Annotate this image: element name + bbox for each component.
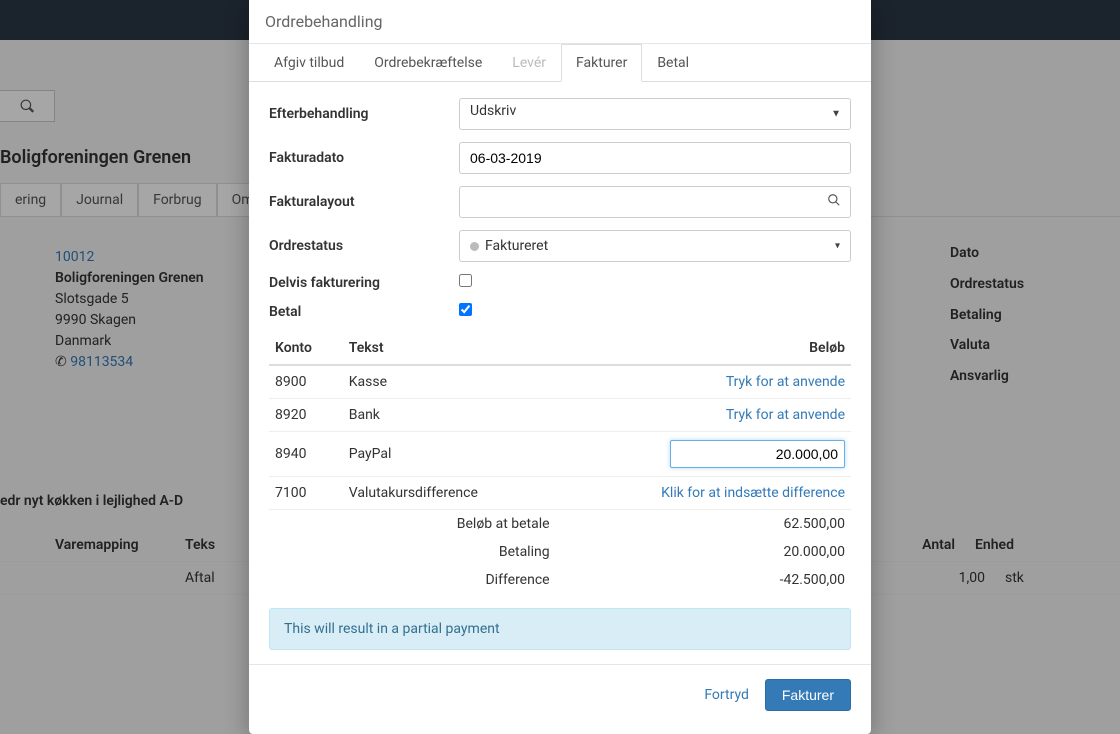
th-belob: Beløb — [556, 332, 851, 365]
table-row: 7100 Valutakursdifference Klik for at in… — [269, 477, 851, 510]
chevron-down-icon: ▾ — [835, 241, 840, 252]
cell-konto: 8900 — [269, 365, 343, 399]
tab-betal[interactable]: Betal — [642, 44, 704, 82]
label-fakturadato: Fakturadato — [269, 150, 459, 166]
summary-row: Beløb at betale 62.500,00 — [269, 510, 851, 539]
summary-diff-value: -42.500,00 — [556, 566, 851, 594]
modal-tabs: Afgiv tilbud Ordrebekræftelse Levér Fakt… — [249, 44, 871, 82]
select-ordrestatus[interactable]: Faktureret ▾ — [459, 230, 851, 262]
summary-row: Betaling 20.000,00 — [269, 538, 851, 566]
label-ordrestatus: Ordrestatus — [269, 238, 459, 254]
modal-footer: Fortryd Fakturer — [249, 664, 871, 729]
checkbox-delvis-fakturering[interactable] — [459, 274, 472, 287]
cell-tekst: Valutakursdifference — [343, 477, 556, 510]
input-fakturalayout[interactable] — [459, 186, 851, 218]
cancel-button[interactable]: Fortryd — [704, 687, 749, 703]
tab-ordrebekraeftelse[interactable]: Ordrebekræftelse — [359, 44, 497, 82]
cell-tekst: PayPal — [343, 432, 556, 477]
tab-afgiv-tilbud[interactable]: Afgiv tilbud — [259, 44, 359, 82]
cell-konto: 8920 — [269, 399, 343, 432]
modal-title: Ordrebehandling — [249, 0, 871, 44]
summary-tobepaid-label: Beløb at betale — [343, 510, 556, 539]
input-fakturadato[interactable] — [459, 142, 851, 174]
summary-diff-label: Difference — [343, 566, 556, 594]
label-betal: Betal — [269, 304, 459, 320]
invoice-button[interactable]: Fakturer — [765, 679, 851, 711]
select-ordrestatus-value: Faktureret — [485, 238, 548, 254]
tab-fakturer[interactable]: Fakturer — [561, 44, 642, 82]
table-row: 8920 Bank Tryk for at anvende — [269, 399, 851, 432]
order-processing-modal: Ordrebehandling Afgiv tilbud Ordrebekræf… — [249, 0, 871, 734]
summary-row: Difference -42.500,00 — [269, 566, 851, 594]
label-fakturalayout: Fakturalayout — [269, 194, 459, 210]
amount-input-paypal[interactable] — [670, 440, 845, 468]
cell-tekst: Kasse — [343, 365, 556, 399]
select-efterbehandling[interactable]: Udskriv — [459, 98, 851, 130]
summary-tobepaid-value: 62.500,00 — [556, 510, 851, 539]
th-tekst: Tekst — [343, 332, 556, 365]
table-row: 8900 Kasse Tryk for at anvende — [269, 365, 851, 399]
apply-link[interactable]: Tryk for at anvende — [726, 374, 845, 390]
payment-table: Konto Tekst Beløb 8900 Kasse Tryk for at… — [269, 332, 851, 594]
modal-overlay: Ordrebehandling Afgiv tilbud Ordrebekræf… — [0, 0, 1120, 734]
cell-tekst: Bank — [343, 399, 556, 432]
insert-difference-link[interactable]: Klik for at indsætte difference — [661, 485, 845, 501]
label-efterbehandling: Efterbehandling — [269, 106, 459, 122]
status-dot-icon — [470, 242, 479, 251]
summary-payment-label: Betaling — [343, 538, 556, 566]
cell-konto: 8940 — [269, 432, 343, 477]
label-delvis: Delvis fakturering — [269, 275, 459, 291]
table-row: 8940 PayPal — [269, 432, 851, 477]
select-efterbehandling-value: Udskriv — [470, 103, 516, 119]
partial-payment-alert: This will result in a partial payment — [269, 608, 851, 650]
tab-lever: Levér — [497, 44, 561, 82]
apply-link[interactable]: Tryk for at anvende — [726, 407, 845, 423]
cell-konto: 7100 — [269, 477, 343, 510]
summary-payment-value: 20.000,00 — [556, 538, 851, 566]
th-konto: Konto — [269, 332, 343, 365]
checkbox-betal[interactable] — [459, 303, 472, 316]
